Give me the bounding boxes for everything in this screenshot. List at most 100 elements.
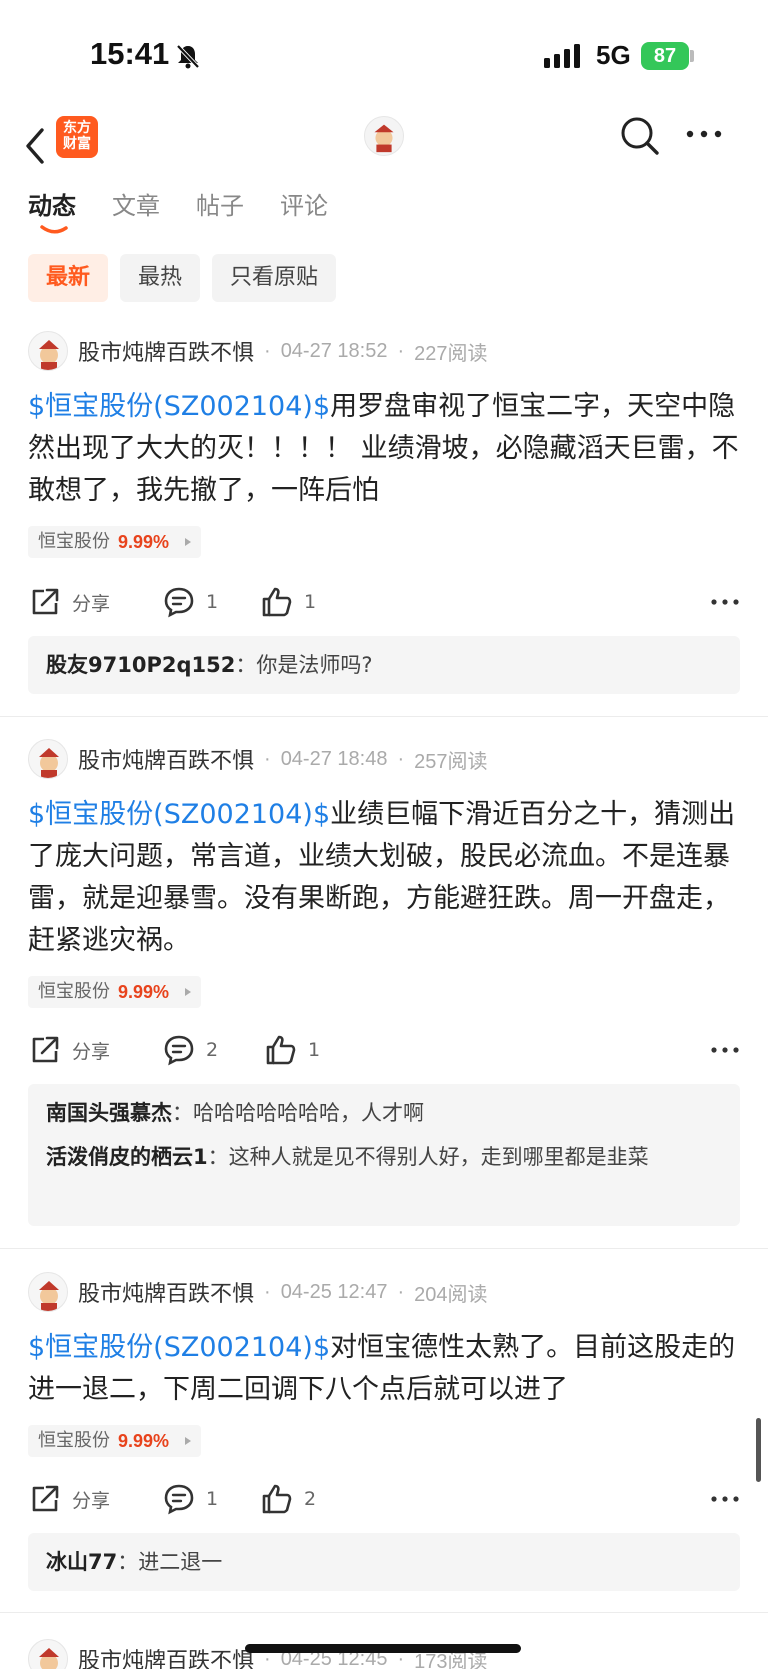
more-icon[interactable] <box>710 594 740 610</box>
comment-user[interactable]: 股友9710P2q152 <box>46 653 235 677</box>
post-body[interactable]: $恒宝股份(SZ002104)$用罗盘审视了恒宝二字，天空中隐然出现了大大的灭！… <box>28 386 744 512</box>
bell-muted-icon <box>176 44 200 69</box>
comment-icon <box>164 1035 194 1066</box>
like-button[interactable]: 2 <box>260 1479 316 1519</box>
meta-separator: · <box>397 1280 405 1303</box>
author-name[interactable]: 股市炖牌百跌不惧 <box>78 743 254 775</box>
comment-button[interactable]: 1 <box>162 582 218 622</box>
share-button[interactable]: 分享 <box>28 582 110 622</box>
avatar[interactable] <box>28 331 68 371</box>
filter-original-only[interactable]: 只看原贴 <box>212 254 337 302</box>
post-body[interactable]: $恒宝股份(SZ002104)$对恒宝德性太熟了。目前这股走的进一退二，下周二回… <box>28 1327 744 1411</box>
quote-name: 恒宝股份 <box>38 981 110 1002</box>
avatar-image <box>39 340 59 370</box>
more-icon[interactable] <box>710 1042 740 1058</box>
share-button[interactable]: 分享 <box>28 1479 110 1519</box>
filter-bar: 最新 最热 只看原贴 <box>28 254 337 302</box>
tab-underline <box>40 225 68 234</box>
tab-comments[interactable]: 评论 <box>280 186 328 236</box>
post-card[interactable]: 股市炖牌百跌不惧 · 04-25 12:45 · 173阅读 <box>0 1638 768 1669</box>
post-time: 04-25 12:47 <box>280 1280 388 1303</box>
comment-text: 这种人就是见不得别人好，走到哪里都是韭菜 <box>228 1145 649 1169</box>
post-time: 04-27 18:48 <box>280 747 388 770</box>
divider <box>0 1612 768 1613</box>
comment-icon <box>164 587 194 618</box>
comment-text: 进二退一 <box>138 1550 223 1574</box>
post-author-row: 股市炖牌百跌不惧 · 04-25 12:47 · 204阅读 <box>28 1271 488 1313</box>
home-indicator[interactable] <box>245 1644 521 1653</box>
comment-text: 哈哈哈哈哈哈哈，人才啊 <box>193 1101 424 1125</box>
post-card[interactable]: 股市炖牌百跌不惧 · 04-27 18:52 · 227阅读 $恒宝股份(SZ0… <box>0 330 768 702</box>
post-author-row: 股市炖牌百跌不惧 · 04-25 12:45 · 173阅读 <box>28 1638 488 1669</box>
tab-posts[interactable]: 帖子 <box>196 186 244 236</box>
chevron-right-icon <box>185 988 192 996</box>
avatar-image <box>39 748 59 778</box>
like-icon <box>266 1035 296 1065</box>
stock-link[interactable]: $恒宝股份(SZ002104)$ <box>28 391 330 422</box>
back-icon[interactable] <box>22 124 50 168</box>
comment-user[interactable]: 活泼俏皮的栖云1 <box>46 1145 208 1169</box>
avatar[interactable] <box>28 739 68 779</box>
read-count: 227阅读 <box>414 342 488 365</box>
tab-articles[interactable]: 文章 <box>112 186 160 236</box>
comment-button[interactable]: 2 <box>162 1030 218 1070</box>
post-body[interactable]: $恒宝股份(SZ002104)$业绩巨幅下滑近百分之十，猜测出了庞大问题，常言道… <box>28 794 744 962</box>
quote-name: 恒宝股份 <box>38 531 110 552</box>
stock-quote-chip[interactable]: 恒宝股份 9.99% <box>28 526 202 558</box>
author-name[interactable]: 股市炖牌百跌不惧 <box>78 1276 254 1308</box>
more-icon[interactable] <box>710 1491 740 1507</box>
share-button[interactable]: 分享 <box>28 1030 110 1070</box>
comment-item[interactable]: 活泼俏皮的栖云1：这种人就是见不得别人好，走到哪里都是韭菜 <box>46 1140 722 1174</box>
comment-preview-box[interactable]: 冰山77：进二退一 <box>28 1533 740 1591</box>
comment-button[interactable]: 1 <box>162 1479 218 1519</box>
read-count: 257阅读 <box>414 750 488 773</box>
post-card[interactable]: 股市炖牌百跌不惧 · 04-25 12:47 · 204阅读 $恒宝股份(SZ0… <box>0 1271 768 1595</box>
quote-change: 9.99% <box>118 1431 170 1451</box>
filter-hottest[interactable]: 最热 <box>120 254 201 302</box>
post-time: 04-27 18:52 <box>280 339 388 362</box>
header-avatar[interactable] <box>364 116 404 156</box>
avatar-image <box>39 1648 59 1669</box>
tab-dynamic[interactable]: 动态 <box>28 186 76 236</box>
like-button[interactable]: 1 <box>264 1030 320 1070</box>
comment-preview-box[interactable]: 南国头强慕杰：哈哈哈哈哈哈哈，人才啊 活泼俏皮的栖云1：这种人就是见不得别人好，… <box>28 1084 740 1226</box>
stock-link[interactable]: $恒宝股份(SZ002104)$ <box>28 1332 330 1363</box>
app-logo[interactable]: 东方 财富 <box>56 116 98 158</box>
network-label: 5G <box>596 40 631 70</box>
stock-quote-chip[interactable]: 恒宝股份 9.99% <box>28 1425 202 1457</box>
share-icon <box>32 588 59 615</box>
post-card[interactable]: 股市炖牌百跌不惧 · 04-27 18:48 · 257阅读 $恒宝股份(SZ0… <box>0 738 768 1228</box>
nav-bar: 东方 财富 <box>0 110 768 182</box>
share-icon <box>32 1036 59 1063</box>
action-bar: 分享 1 1 <box>28 582 744 622</box>
search-icon[interactable] <box>618 114 662 158</box>
comment-item[interactable]: 冰山77：进二退一 <box>46 1545 722 1579</box>
status-bar: 15:41 5G 87 <box>0 0 768 110</box>
scrollbar[interactable] <box>756 1418 761 1482</box>
stock-link[interactable]: $恒宝股份(SZ002104)$ <box>28 799 330 830</box>
quote-change: 9.99% <box>118 532 170 552</box>
read-count: 204阅读 <box>414 1283 488 1306</box>
avatar[interactable] <box>28 1639 68 1669</box>
signal-icon <box>544 44 580 68</box>
tab-bar: 动态 文章 帖子 评论 <box>28 186 328 236</box>
comment-icon <box>164 1484 194 1515</box>
quote-name: 恒宝股份 <box>38 1430 110 1451</box>
divider <box>0 1248 768 1249</box>
avatar[interactable] <box>28 1272 68 1312</box>
author-name[interactable]: 股市炖牌百跌不惧 <box>78 1643 254 1669</box>
comment-preview-box[interactable]: 股友9710P2q152：你是法师吗? <box>28 636 740 694</box>
more-icon[interactable] <box>684 126 724 142</box>
filter-latest[interactable]: 最新 <box>28 254 109 302</box>
meta-separator: · <box>264 1280 271 1303</box>
comment-user[interactable]: 冰山77 <box>46 1550 117 1574</box>
like-icon <box>262 587 292 617</box>
post-author-row: 股市炖牌百跌不惧 · 04-27 18:48 · 257阅读 <box>28 738 488 780</box>
comment-user[interactable]: 南国头强慕杰 <box>46 1101 172 1125</box>
stock-quote-chip[interactable]: 恒宝股份 9.99% <box>28 976 202 1008</box>
chevron-right-icon <box>185 1437 192 1445</box>
comment-item[interactable]: 南国头强慕杰：哈哈哈哈哈哈哈，人才啊 <box>46 1096 722 1130</box>
like-button[interactable]: 1 <box>260 582 316 622</box>
author-name[interactable]: 股市炖牌百跌不惧 <box>78 335 254 367</box>
comment-item[interactable]: 股友9710P2q152：你是法师吗? <box>46 648 722 682</box>
